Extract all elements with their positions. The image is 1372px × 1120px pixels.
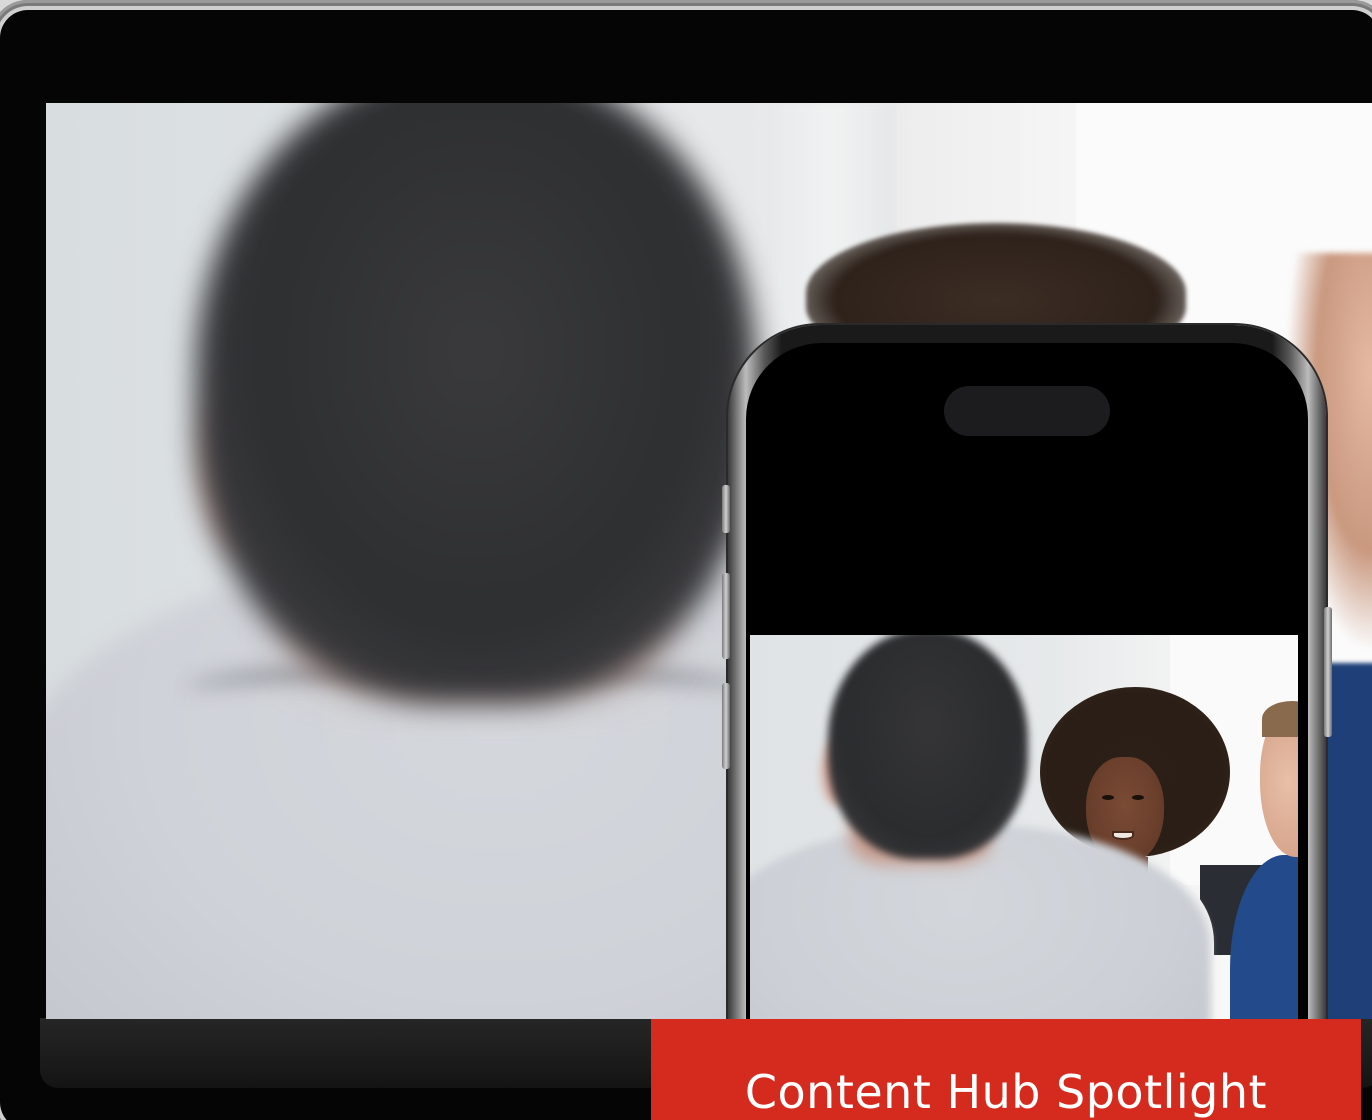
- promo-canvas: Content Hub Spotlight: [0, 0, 1372, 1120]
- phone-video-woman-eye-left: [1102, 795, 1114, 800]
- phone-power-button: [1324, 607, 1332, 737]
- smartphone-mockup: [722, 325, 1332, 1120]
- phone-volume-up-button: [722, 573, 730, 659]
- phone-video-woman-mouth: [1112, 831, 1134, 840]
- caption-banner: Content Hub Spotlight: [651, 1019, 1361, 1120]
- phone-video-still: [750, 635, 1298, 1035]
- phone-volume-down-button: [722, 683, 730, 769]
- phone-video-woman-eye-right: [1132, 795, 1144, 800]
- phone-video-foreground-head: [828, 635, 1028, 859]
- phone-screen: [746, 343, 1308, 1120]
- phone-action-button: [722, 485, 730, 533]
- caption-title: Content Hub Spotlight: [744, 1065, 1268, 1119]
- phone-dynamic-island: [944, 386, 1110, 436]
- foreground-person-head: [196, 103, 756, 703]
